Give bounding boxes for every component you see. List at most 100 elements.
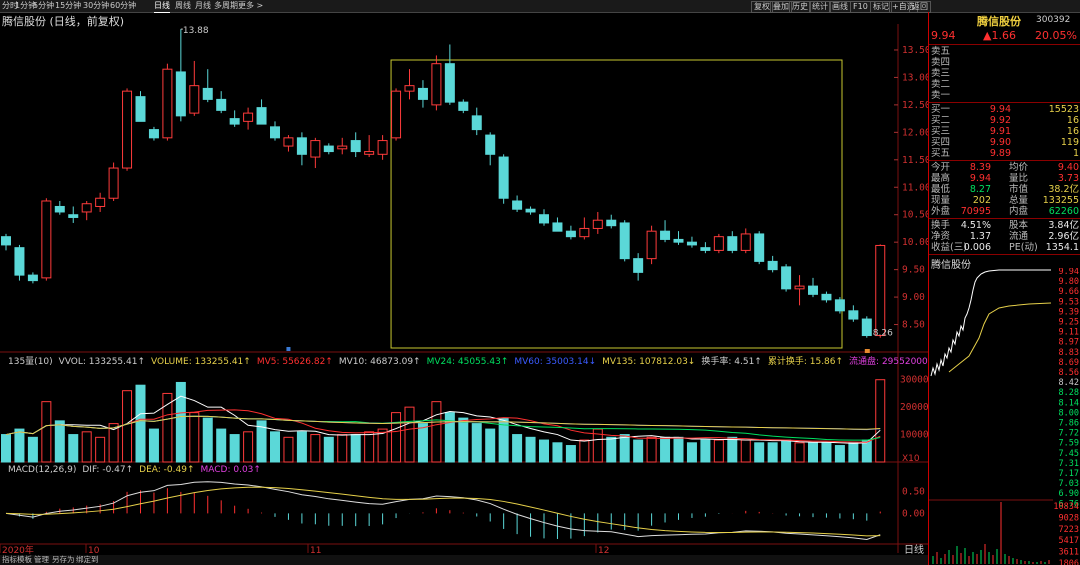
- bottom-tab-0[interactable]: 指标: [2, 555, 17, 565]
- mini-price-label: 7.72: [1059, 429, 1079, 439]
- volume-bar: [565, 445, 576, 463]
- volume-bar: [686, 442, 697, 463]
- divider: [929, 44, 1080, 45]
- candle: [458, 99, 469, 114]
- price-tick-label: 11.50: [902, 155, 928, 166]
- intraday-mini-chart[interactable]: 9.949.809.669.539.399.259.118.978.838.69…: [929, 268, 1080, 565]
- price-tick-label: 12.50: [902, 100, 928, 111]
- mini-price-label: 8.14: [1059, 398, 1079, 408]
- price-tick-label: 9.00: [902, 292, 925, 303]
- stat-row: 收益(三) 0.006 PE(动) 1354.1: [931, 242, 1079, 253]
- candle: [512, 195, 523, 212]
- volume-bar: [821, 442, 832, 463]
- candle: [606, 214, 617, 229]
- volume-bar: [229, 434, 240, 463]
- volume-bar: [646, 436, 657, 463]
- ask-row: 卖三: [931, 68, 951, 79]
- volume-bar: [781, 439, 792, 463]
- mini-price-label: 7.59: [1059, 439, 1079, 449]
- bottom-tab-2[interactable]: 管理: [34, 555, 49, 565]
- volume-bar: [767, 442, 778, 463]
- bottom-tab-4[interactable]: 绑定到: [76, 555, 99, 565]
- volume-header: 135量(10) VVOL: 133255.41↑ VOLUME: 133255.4…: [8, 355, 928, 367]
- volume-bar: [310, 434, 321, 463]
- mini-volume-label: 7223: [1059, 525, 1079, 535]
- candle: [270, 121, 280, 141]
- mini-price-label: 7.17: [1059, 469, 1079, 479]
- candle: [539, 209, 549, 226]
- mini-volume-label: 1806: [1059, 559, 1079, 565]
- bottom-tab-1[interactable]: 模板: [17, 555, 32, 565]
- candle: [633, 253, 644, 281]
- candle: [216, 91, 227, 114]
- tab-timeframe-7[interactable]: 周线: [175, 0, 191, 12]
- volume-bar: [323, 436, 334, 463]
- volume-bar: [135, 384, 146, 463]
- candle: [81, 200, 92, 221]
- candle: [404, 69, 415, 100]
- tab-timeframe-4[interactable]: 30分钟: [83, 0, 109, 12]
- candle: [686, 236, 697, 248]
- volume-bar: [525, 436, 536, 463]
- price-tick-label: 10.00: [902, 237, 928, 248]
- ask-row: 卖二: [931, 79, 951, 90]
- volume-bar: [162, 392, 173, 463]
- volume-bar: [539, 439, 549, 463]
- volume-bar: [458, 417, 469, 463]
- quote-panel: 腾信股份 300392 9.94 ▲1.66 20.05% 卖五 卖四 卖三 卖二 卖一 买一 9.9…: [928, 12, 1080, 565]
- volume-bar: [27, 436, 38, 463]
- mini-price-label: 9.80: [1059, 277, 1079, 287]
- candle: [565, 225, 576, 240]
- mini-volume-label: 3611: [1059, 548, 1079, 558]
- tab-timeframe-3[interactable]: 15分钟: [55, 0, 81, 12]
- last-price: 9.94: [931, 29, 956, 42]
- candle: [673, 231, 684, 245]
- divider: [929, 218, 1080, 219]
- volume-bar: [471, 423, 482, 463]
- candle: [296, 132, 307, 166]
- mini-avg-line: [948, 302, 1052, 373]
- tab-timeframe-8[interactable]: 月线: [195, 0, 211, 12]
- mini-price-label: 6.90: [1059, 489, 1079, 499]
- volume-bar: [404, 406, 415, 463]
- stat-row: 换手 4.51% 股本 3.84亿: [931, 220, 1079, 231]
- volume-bar: [834, 445, 845, 463]
- mini-price-label: 9.39: [1059, 307, 1079, 317]
- kline-chart-area[interactable]: 13.50 13.00 12.50 12.00 11.50 11.00 10.50 10.00…: [0, 12, 928, 565]
- mini-price-label: 7.03: [1059, 479, 1079, 489]
- volume-bar: [875, 379, 886, 463]
- candle: [740, 228, 751, 254]
- stock-header: 腾信股份 300392: [929, 12, 1080, 28]
- volume-bar: [700, 439, 711, 463]
- tab-timeframe-10[interactable]: 更多 >: [238, 0, 263, 12]
- kline-chart[interactable]: 13.50 13.00 12.50 12.00 11.50 11.00 10.50 10.00…: [0, 12, 928, 565]
- event-marker[interactable]: [864, 349, 870, 353]
- stock-code: 300392: [1036, 15, 1071, 25]
- volume-bar: [296, 431, 307, 463]
- mini-volume-label: 5417: [1059, 536, 1079, 546]
- tab-timeframe-2[interactable]: 5分钟: [33, 0, 54, 12]
- bottom-tab-3[interactable]: 另存为: [52, 555, 75, 565]
- volume-bar: [283, 436, 294, 463]
- volume-bar: [1, 434, 11, 463]
- volume-bar: [14, 428, 25, 463]
- event-marker[interactable]: [286, 347, 291, 351]
- candle: [754, 231, 765, 265]
- tab-timeframe-5[interactable]: 60分钟: [110, 0, 136, 12]
- candle: [243, 107, 254, 130]
- volume-bar: [673, 436, 684, 463]
- volume-unit-label: X10: [902, 454, 920, 464]
- mini-price-label: 9.94: [1059, 268, 1079, 277]
- candle: [310, 137, 321, 169]
- candle: [498, 154, 509, 204]
- stat-row: 最低 8.27 市值 38.2亿: [931, 184, 1079, 195]
- volume-bar: [808, 442, 818, 463]
- bid-row: 买四 9.90 119: [931, 137, 1079, 148]
- mini-volume-label: 9028: [1059, 513, 1079, 523]
- max-price-label: 13.88: [183, 26, 209, 36]
- price-change: ▲1.66: [983, 29, 1016, 42]
- tab-timeframe-9[interactable]: 多周期: [214, 0, 238, 12]
- candle: [767, 255, 778, 273]
- volume-bar: [431, 401, 442, 463]
- price-tick-label: 10.50: [902, 210, 928, 221]
